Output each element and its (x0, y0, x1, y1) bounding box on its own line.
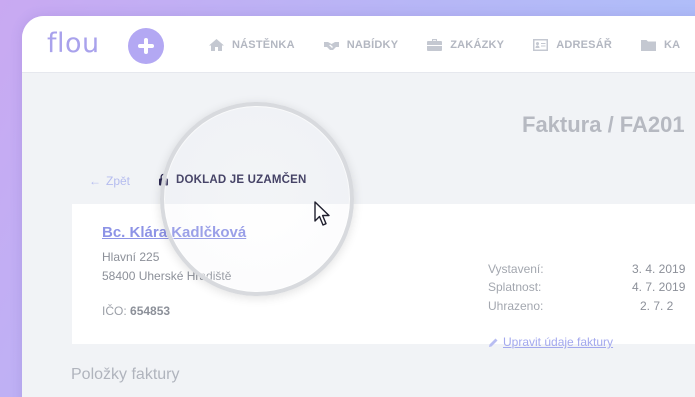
lock-status-label: DOKLAD JE UZAMČEN (176, 173, 307, 186)
nav-item-label: ZAKÁZKY (450, 38, 505, 51)
document-locked-status: DOKLAD JE UZAMČEN (158, 173, 307, 186)
ico-value: 654853 (130, 304, 171, 318)
client-street: Hlavní 225 (102, 250, 160, 264)
invoice-header-card: Bc. Klára Kadlčková Hlavní 225 58400 Uhe… (72, 204, 695, 349)
client-name-link[interactable]: Bc. Klára Kadlčková (102, 224, 246, 241)
nav-item-label: KA (663, 38, 681, 51)
due-date-label: Splatnost: (488, 280, 542, 294)
briefcase-icon (427, 38, 443, 51)
due-date-value: 4. 7. 2019 (632, 280, 686, 294)
edit-invoice-link[interactable]: Upravit údaje faktury (488, 335, 613, 349)
add-new-button[interactable] (128, 28, 164, 64)
app-window: flou NÁSTĚNKA NABÍDKY ZAKÁZKY ADRESÁŘ KA (22, 16, 695, 397)
paid-date-value: 2. 7. 2 (640, 299, 674, 313)
back-link-label: Zpět (106, 174, 131, 188)
top-navigation-bar: flou NÁSTĚNKA NABÍDKY ZAKÁZKY ADRESÁŘ KA (22, 16, 695, 73)
nav-item-zakazky[interactable]: ZAKÁZKY (426, 38, 504, 52)
mouse-pointer-icon (314, 201, 330, 226)
nav-item-nastenka[interactable]: NÁSTĚNKA (208, 38, 295, 52)
nav-item-adresar[interactable]: ADRESÁŘ (532, 38, 612, 52)
pencil-icon (489, 338, 498, 347)
folder-icon (640, 39, 656, 51)
arrow-left-icon: ← (89, 174, 101, 188)
handshake-icon (323, 41, 339, 50)
nav-item-ka[interactable]: KA (640, 38, 680, 52)
invoice-items-heading: Položky faktury (71, 366, 180, 383)
nav-item-label: ADRESÁŘ (556, 38, 612, 51)
app-logo[interactable]: flou (47, 28, 100, 59)
home-icon (209, 38, 224, 51)
issue-date-label: Vystavení: (488, 262, 544, 276)
contact-card-icon (533, 38, 549, 51)
back-link[interactable]: ← Zpět (89, 174, 130, 188)
ico-label: IČO: (102, 304, 127, 318)
nav-item-nabidky[interactable]: NABÍDKY (323, 38, 399, 52)
nav-item-label: NÁSTĚNKA (232, 38, 295, 51)
edit-invoice-label: Upravit údaje faktury (503, 335, 614, 349)
paid-date-label: Uhrazeno: (488, 299, 544, 313)
page-title: Faktura / FA201 (522, 112, 685, 137)
nav-item-label: NABÍDKY (346, 38, 399, 51)
issue-date-value: 3. 4. 2019 (632, 262, 686, 276)
lock-icon (159, 173, 168, 186)
main-nav: NÁSTĚNKA NABÍDKY ZAKÁZKY ADRESÁŘ KA (208, 16, 695, 73)
client-city: 58400 Uherské Hradiště (102, 269, 232, 283)
client-ico: IČO: 654853 (102, 304, 170, 318)
